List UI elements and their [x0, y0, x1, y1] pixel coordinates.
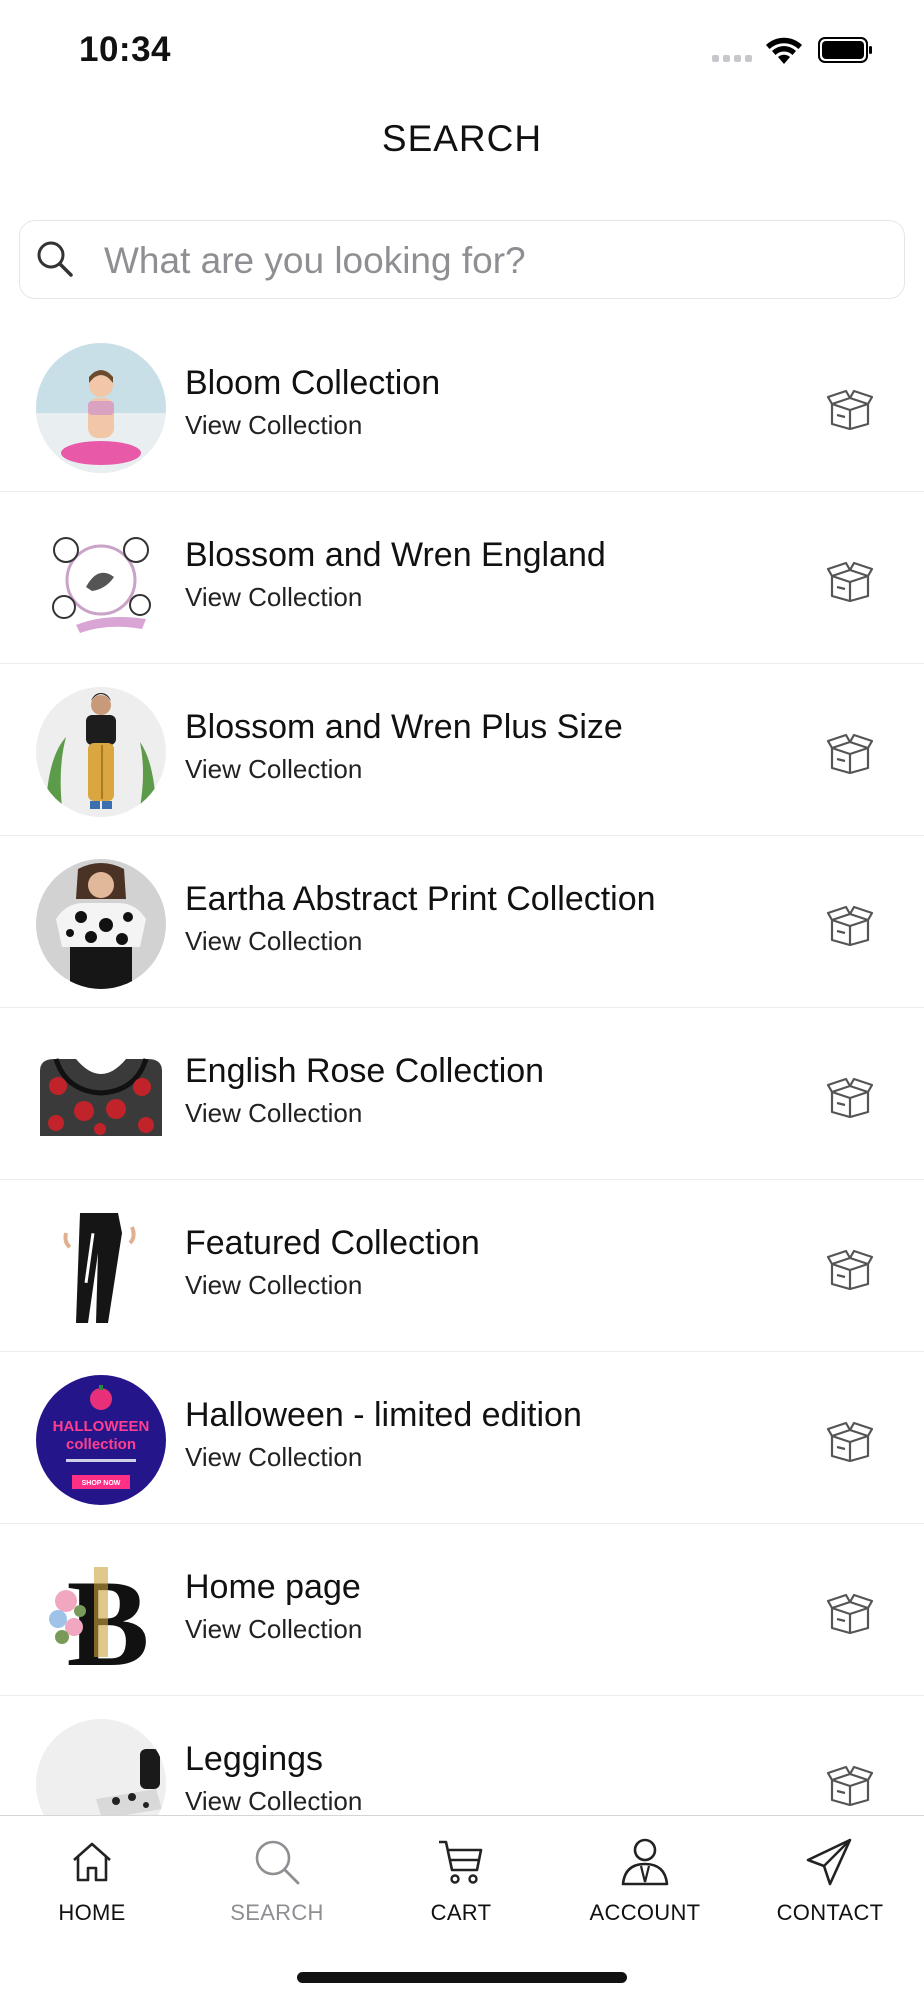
halloween-thumb-title: HALLOWEEN: [53, 1418, 150, 1435]
collection-thumbnail: B: [36, 1547, 166, 1677]
collection-thumbnail: [36, 687, 166, 817]
tab-contact[interactable]: CONTACT: [738, 1836, 922, 1946]
collection-title: Eartha Abstract Print Collection: [185, 880, 656, 918]
view-collection-link[interactable]: View Collection: [185, 1270, 362, 1301]
collection-row-halloween[interactable]: HALLOWEEN collection SHOP NOW Halloween …: [0, 1352, 924, 1524]
collection-thumbnail: [36, 1031, 166, 1161]
view-collection-link[interactable]: View Collection: [185, 1098, 362, 1129]
search-box[interactable]: [19, 220, 905, 299]
collection-row-blossom-and-wren-england[interactable]: Blossom and Wren England View Collection: [0, 492, 924, 664]
box-icon[interactable]: [826, 1248, 874, 1290]
tab-home-label: HOME: [58, 1900, 126, 1925]
view-collection-link[interactable]: View Collection: [185, 754, 362, 785]
box-icon[interactable]: [826, 560, 874, 602]
halloween-thumb-subtitle: collection: [66, 1436, 136, 1453]
status-time: 10:34: [79, 30, 172, 69]
paper-plane-icon: [806, 1838, 852, 1886]
collection-title: Blossom and Wren Plus Size: [185, 708, 623, 746]
view-collection-link[interactable]: View Collection: [185, 410, 362, 441]
collection-thumbnail: HALLOWEEN collection SHOP NOW: [36, 1375, 166, 1505]
tab-cart[interactable]: CART: [369, 1836, 553, 1946]
collection-row-eartha-abstract-print[interactable]: Eartha Abstract Print Collection View Co…: [0, 836, 924, 1008]
collection-title: Leggings: [185, 1740, 324, 1778]
tab-account[interactable]: ACCOUNT: [553, 1836, 737, 1946]
page-title: SEARCH: [381, 118, 543, 159]
tab-search-label: SEARCH: [230, 1900, 324, 1925]
box-icon[interactable]: [826, 1420, 874, 1462]
collection-row-blossom-and-wren-plus-size[interactable]: Blossom and Wren Plus Size View Collecti…: [0, 664, 924, 836]
battery-icon: [818, 37, 872, 63]
collection-title: Blossom and Wren England: [185, 536, 606, 574]
tab-contact-label: CONTACT: [776, 1900, 884, 1925]
collection-row-english-rose[interactable]: English Rose Collection View Collection: [0, 1008, 924, 1180]
view-collection-link[interactable]: View Collection: [185, 1614, 362, 1645]
view-collection-link[interactable]: View Collection: [185, 1442, 362, 1473]
collection-title: Bloom Collection: [185, 364, 441, 402]
home-icon: [73, 1842, 111, 1882]
view-collection-link[interactable]: View Collection: [185, 582, 362, 613]
status-bar: 10:34: [0, 0, 924, 100]
collection-row-featured[interactable]: Featured Collection View Collection: [0, 1180, 924, 1352]
box-icon[interactable]: [826, 904, 874, 946]
collection-title: Home page: [185, 1568, 361, 1606]
tab-search[interactable]: SEARCH: [185, 1836, 369, 1946]
collection-row-home-page[interactable]: B Home page View Collection: [0, 1524, 924, 1696]
box-icon[interactable]: [826, 388, 874, 430]
wifi-icon: [766, 37, 802, 64]
account-icon: [621, 1838, 669, 1886]
collection-row-bloom[interactable]: Bloom Collection View Collection: [0, 320, 924, 492]
collection-thumbnail: [36, 1203, 166, 1333]
tab-cart-label: CART: [430, 1900, 492, 1925]
collection-title: Featured Collection: [185, 1224, 480, 1262]
view-collection-link[interactable]: View Collection: [185, 926, 362, 957]
view-collection-link[interactable]: View Collection: [185, 1786, 362, 1816]
home-indicator: [297, 1972, 627, 1983]
tab-home[interactable]: HOME: [0, 1836, 184, 1946]
halloween-thumb-cta: SHOP NOW: [82, 1480, 121, 1487]
collection-thumbnail: [36, 1719, 166, 1816]
collection-title: English Rose Collection: [185, 1052, 545, 1090]
box-icon[interactable]: [826, 1076, 874, 1118]
collection-row-leggings[interactable]: Leggings View Collection: [0, 1696, 924, 1816]
collection-thumbnail: [36, 343, 166, 473]
box-icon[interactable]: [826, 1592, 874, 1634]
box-icon[interactable]: [826, 1764, 874, 1806]
tab-account-label: ACCOUNT: [589, 1900, 701, 1925]
search-icon: [37, 241, 73, 277]
box-icon[interactable]: [826, 732, 874, 774]
search-input[interactable]: [104, 233, 884, 288]
signal-icon: [712, 55, 752, 62]
collection-thumbnail: [36, 515, 166, 645]
cart-icon: [439, 1840, 483, 1884]
collection-list[interactable]: Bloom Collection View Collection Blossom…: [0, 320, 924, 1816]
collection-thumbnail: [36, 859, 166, 989]
search-icon: [255, 1840, 300, 1885]
collection-title: Halloween - limited edition: [185, 1396, 582, 1434]
